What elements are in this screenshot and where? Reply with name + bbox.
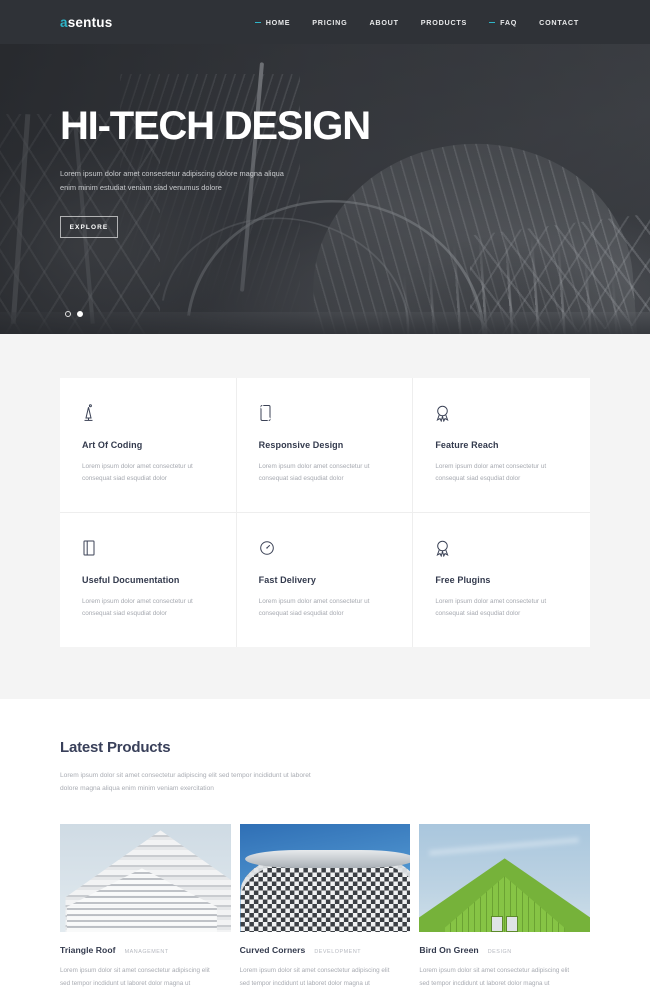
feature-card-art-of-coding[interactable]: Art Of Coding Lorem ipsum dolor amet con… (60, 378, 237, 513)
product-name: Curved Corners (239, 945, 306, 956)
slider-dots (65, 311, 83, 317)
lamp-icon (82, 402, 214, 424)
feature-text: Lorem ipsum dolor amet consectetur ut co… (82, 463, 193, 483)
logo-accent-letter: a (60, 14, 68, 30)
main-navigation: HOME PRICING ABOUT PRODUCTS FAQ CONTACT (244, 18, 590, 27)
feature-title: Responsive Design (258, 440, 344, 450)
feature-card-feature-reach[interactable]: Feature Reach Lorem ipsum dolor amet con… (413, 378, 590, 513)
product-image-bird-on-green[interactable] (419, 824, 590, 933)
nav-label: PRODUCTS (420, 17, 468, 27)
product-description: Lorem ipsum dolor sit amet consectetur a… (239, 967, 390, 987)
product-description: Lorem ipsum dolor sit amet consectetur a… (419, 967, 570, 987)
product-image-curved-corners[interactable] (239, 824, 411, 933)
nav-label: CONTACT (539, 17, 579, 27)
book-icon (82, 537, 214, 559)
hero-content: HI-TECH DESIGN Lorem ipsum dolor amet co… (60, 104, 371, 239)
feature-text: Lorem ipsum dolor amet consectetur ut co… (258, 463, 370, 483)
features-grid: Art Of Coding Lorem ipsum dolor amet con… (60, 378, 590, 647)
feature-card-free-plugins[interactable]: Free Plugins Lorem ipsum dolor amet cons… (413, 513, 590, 647)
product-name: Bird On Green (419, 945, 479, 956)
product-description: Lorem ipsum dolor sit amet consectetur a… (60, 967, 210, 987)
feature-title: Art Of Coding (82, 440, 143, 450)
feature-title: Fast Delivery (258, 574, 316, 585)
product-name: Triangle Roof (60, 945, 116, 956)
nav-label: HOME (265, 17, 291, 27)
nav-item-faq[interactable]: FAQ (478, 18, 528, 27)
hero-title: HI-TECH DESIGN (60, 104, 371, 148)
product-category: MANAGEMENT (124, 949, 169, 956)
slider-dot-2[interactable] (77, 311, 83, 317)
logo-text: sentus (67, 14, 113, 30)
nav-label: PRICING (312, 17, 348, 27)
explore-button[interactable]: EXPLORE (60, 216, 118, 239)
feature-text: Lorem ipsum dolor amet consectetur ut co… (435, 597, 547, 618)
product-category: DESIGN (487, 949, 512, 956)
dash-icon (254, 21, 261, 23)
latest-products-section: Latest Products Lorem ipsum dolor sit am… (0, 698, 650, 987)
mobile-icon (259, 402, 391, 424)
nav-label: ABOUT (369, 17, 399, 27)
award-icon (435, 537, 568, 559)
nav-item-home[interactable]: HOME (244, 18, 302, 27)
product-category: DEVELOPMENT (314, 949, 362, 956)
product-card-triangle-roof[interactable]: Triangle Roof MANAGEMENT Lorem ipsum dol… (60, 824, 231, 987)
product-card-bird-on-green[interactable]: Bird On Green DESIGN Lorem ipsum dolor s… (419, 824, 590, 987)
product-image-triangle-roof[interactable] (60, 824, 231, 933)
site-logo[interactable]: asentus (60, 15, 112, 30)
award-icon (435, 402, 568, 424)
nav-label: FAQ (500, 17, 518, 27)
feature-card-useful-documentation[interactable]: Useful Documentation Lorem ipsum dolor a… (60, 512, 237, 647)
nav-item-pricing[interactable]: PRICING (301, 18, 358, 27)
site-header: asentus HOME PRICING ABOUT PRODUCTS FAQ … (0, 0, 650, 44)
feature-text: Lorem ipsum dolor amet consectetur ut co… (435, 463, 547, 483)
feature-text: Lorem ipsum dolor amet consectetur ut co… (258, 597, 370, 618)
products-grid: Triangle Roof MANAGEMENT Lorem ipsum dol… (60, 824, 590, 987)
feature-card-responsive-design[interactable]: Responsive Design Lorem ipsum dolor amet… (236, 378, 414, 513)
nav-item-about[interactable]: ABOUT (358, 18, 409, 27)
feature-title: Useful Documentation (82, 574, 180, 585)
feature-title: Feature Reach (435, 440, 499, 450)
dash-icon (489, 21, 496, 23)
nav-item-products[interactable]: PRODUCTS (410, 18, 478, 27)
hero-subtitle: Lorem ipsum dolor amet consectetur adipi… (60, 169, 284, 192)
page-title: Latest Products (60, 738, 171, 756)
nav-item-contact[interactable]: CONTACT (528, 18, 590, 27)
slider-dot-1[interactable] (65, 311, 71, 317)
feature-text: Lorem ipsum dolor amet consectetur ut co… (82, 597, 193, 618)
feature-title: Free Plugins (435, 574, 491, 585)
product-card-curved-corners[interactable]: Curved Corners DEVELOPMENT Lorem ipsum d… (239, 824, 411, 987)
feature-card-fast-delivery[interactable]: Fast Delivery Lorem ipsum dolor amet con… (237, 512, 414, 647)
features-section: Art Of Coding Lorem ipsum dolor amet con… (0, 334, 650, 699)
hero-slider: HI-TECH DESIGN Lorem ipsum dolor amet co… (0, 44, 650, 334)
section-subtitle: Lorem ipsum dolor sit amet consectetur a… (60, 771, 311, 793)
speedometer-icon (259, 537, 391, 559)
